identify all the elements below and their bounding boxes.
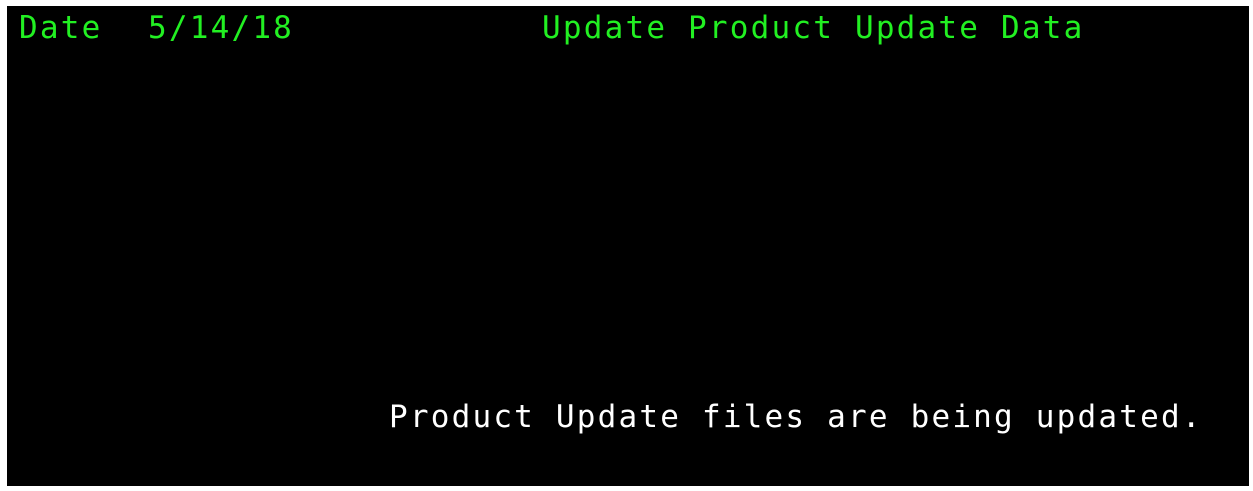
terminal-screen: Date 5/14/18 Update Product Update Data … <box>7 6 1249 486</box>
status-message: Product Update files are being updated. <box>389 399 1203 435</box>
date-value: 5/14/18 <box>148 10 295 46</box>
date-label: Date <box>19 10 103 46</box>
screen-title: Update Product Update Data <box>542 10 1085 46</box>
